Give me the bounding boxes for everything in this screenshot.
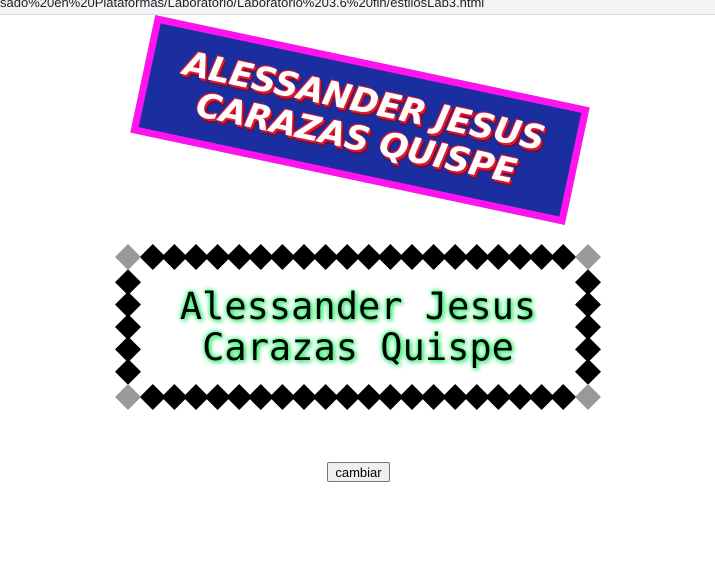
border-diamond [550,384,577,410]
border-diamond [575,336,601,363]
border-diamond [115,314,141,340]
change-button[interactable]: cambiar [327,462,390,482]
url-text: sado%20en%20Plataformas/Laboratorio/Labo… [0,0,485,10]
border-diamond [115,336,141,363]
border-diamond [575,358,601,385]
border-corner-diamond [115,244,141,270]
border-corner-diamond [115,384,141,410]
border-diamond [550,244,577,270]
border-diamond [575,291,601,318]
rotated-name-banner: ALESSANDER JESUS CARAZAS QUISPE [130,15,590,225]
border-diamond [115,358,141,385]
border-diamond [115,291,141,318]
framed-name-text: Alessander Jesus Carazas Quispe [144,273,572,381]
border-corner-diamond [575,384,601,410]
address-bar[interactable]: sado%20en%20Plataformas/Laboratorio/Labo… [0,0,715,15]
border-corner-diamond [575,244,601,270]
framed-name-line-2: Carazas Quispe [202,326,514,369]
border-diamond [115,269,141,296]
framed-name-line-1: Alessander Jesus [179,285,537,328]
border-diamond [575,269,601,296]
border-diamond [575,314,601,340]
